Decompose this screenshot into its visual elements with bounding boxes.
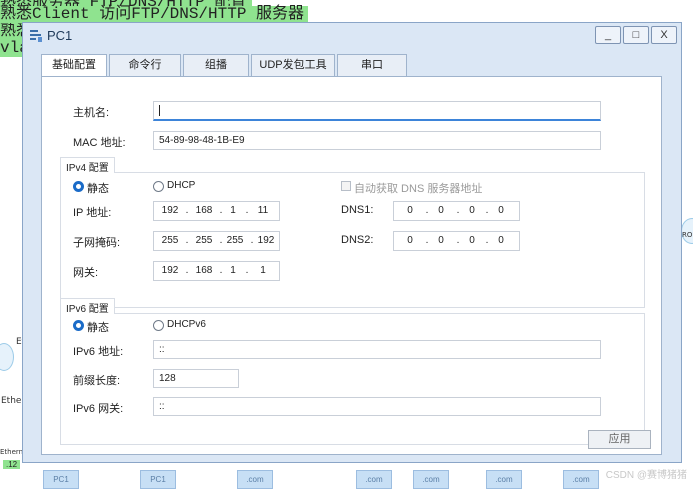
ip-dot: . [456, 235, 460, 246]
mac-field[interactable]: 54-89-98-48-1B-E9 [153, 131, 601, 150]
ip-dot: . [456, 205, 460, 216]
background-note-line: vla [0, 40, 22, 57]
gateway-label: 网关: [73, 267, 99, 279]
auto-dns-label: 自动获取 DNS 服务器地址 [354, 183, 483, 195]
ip-octet: 0 [407, 235, 413, 246]
ip-dot: . [245, 265, 249, 276]
ip-octet: 255 [161, 235, 179, 246]
ipv6-static-label: 静态 [87, 322, 109, 334]
ipv6-dhcp-radio[interactable] [153, 320, 164, 331]
dns1-label: DNS1: [341, 204, 374, 216]
ip-octet: 11 [257, 205, 269, 216]
ipv6-gateway-label: IPv6 网关: [73, 403, 124, 415]
ip-octet: 0 [469, 235, 475, 246]
dns1-input[interactable]: 0. 0. 0. 0 [393, 201, 520, 221]
device-chip: PC1 [43, 470, 79, 489]
ip-octet: 0 [498, 235, 504, 246]
device-chip: PC1 [140, 470, 176, 489]
ipv4-static-label: 静态 [87, 183, 109, 195]
hostname-input[interactable] [153, 101, 601, 121]
device-chip: .com [237, 470, 273, 489]
pc1-config-window: PC1 _ □ X 基础配置 命令行 组播 UDP发包工具 串口 主机名: MA… [22, 22, 682, 463]
background-label: ROU [682, 231, 693, 239]
ip-octet: 1 [230, 205, 236, 216]
ip-dot: . [245, 205, 249, 216]
ip-octet: 192 [257, 235, 275, 246]
ip-octet: 255 [195, 235, 213, 246]
ipv6-group [60, 313, 645, 445]
basic-config-panel: 主机名: MAC 地址: 54-89-98-48-1B-E9 IPv4 配置 静… [41, 76, 662, 455]
watermark: CSDN @赛博猪猪 [605, 470, 687, 481]
ipv6-static-radio[interactable] [73, 320, 84, 331]
ip-dot: . [485, 235, 489, 246]
ip-octet: 255 [226, 235, 244, 246]
tab-serial[interactable]: 串口 [337, 54, 407, 76]
ip-dot: . [185, 265, 189, 276]
prefix-length-input[interactable]: 128 [153, 369, 239, 388]
window-title: PC1 [47, 28, 73, 43]
ip-dot: . [185, 205, 189, 216]
background-note-line: 熟悉 [0, 23, 22, 40]
background-note-line: 熟悉Client 访问FTP/DNS/HTTP 服务器 [0, 6, 309, 23]
ipv6-gateway-input[interactable]: :: [153, 397, 601, 416]
subnet-mask-input[interactable]: 255. 255. 255. 192 [153, 231, 280, 251]
ipv6-address-label: IPv6 地址: [73, 346, 124, 358]
ip-octet: 0 [469, 205, 475, 216]
tab-command-line[interactable]: 命令行 [109, 54, 181, 76]
ipv4-dhcp-radio[interactable] [153, 181, 164, 192]
ip-octet: 0 [407, 205, 413, 216]
subnet-mask-label: 子网掩码: [73, 237, 121, 249]
device-chip: .com [486, 470, 522, 489]
ip-dot: . [425, 235, 429, 246]
ip-dot: . [485, 205, 489, 216]
ip-octet: 192 [161, 205, 179, 216]
tab-basic-config[interactable]: 基础配置 [41, 54, 107, 77]
maximize-button[interactable]: □ [623, 26, 649, 44]
tab-multicast[interactable]: 组播 [183, 54, 249, 76]
ip-address-input[interactable]: 192. 168. 1. 11 [153, 201, 280, 221]
tab-udp-tool[interactable]: UDP发包工具 [251, 54, 335, 76]
prefix-length-label: 前缀长度: [73, 375, 121, 387]
title-bar[interactable]: PC1 _ □ X [23, 23, 681, 49]
ip-dot: . [185, 235, 189, 246]
device-chip: .com [563, 470, 599, 489]
ip-dot: . [425, 205, 429, 216]
dns2-input[interactable]: 0. 0. 0. 0 [393, 231, 520, 251]
ipv4-dhcp-label: DHCP [167, 180, 196, 191]
ip-octet: 168 [195, 265, 213, 276]
hostname-label: 主机名: [73, 107, 110, 119]
text-caret [159, 104, 160, 116]
background-tag: .12 [3, 460, 21, 469]
ip-address-label: IP 地址: [73, 207, 112, 219]
mac-label: MAC 地址: [73, 137, 126, 149]
ip-octet: 0 [438, 235, 444, 246]
app-icon [30, 30, 42, 42]
ip-octet: 1 [230, 265, 236, 276]
ip-octet: 0 [498, 205, 504, 216]
dns2-label: DNS2: [341, 234, 374, 246]
ipv6-dhcp-label: DHCPv6 [167, 319, 206, 330]
minimize-button[interactable]: _ [595, 26, 621, 44]
ipv4-group-title: IPv4 配置 [60, 157, 115, 174]
apply-button[interactable]: 应用 [588, 430, 651, 449]
ipv6-address-input[interactable]: :: [153, 340, 601, 359]
device-chip: .com [356, 470, 392, 489]
auto-dns-checkbox[interactable] [341, 181, 351, 191]
ip-octet: 1 [260, 265, 266, 276]
device-chip: .com [413, 470, 449, 489]
ip-octet: 0 [438, 205, 444, 216]
gateway-input[interactable]: 192. 168. 1. 1 [153, 261, 280, 281]
ipv6-group-title: IPv6 配置 [60, 298, 115, 315]
ip-octet: 168 [195, 205, 213, 216]
ip-octet: 192 [161, 265, 179, 276]
network-device-icon [0, 343, 14, 371]
ipv4-static-radio[interactable] [73, 181, 84, 192]
close-button[interactable]: X [651, 26, 677, 44]
